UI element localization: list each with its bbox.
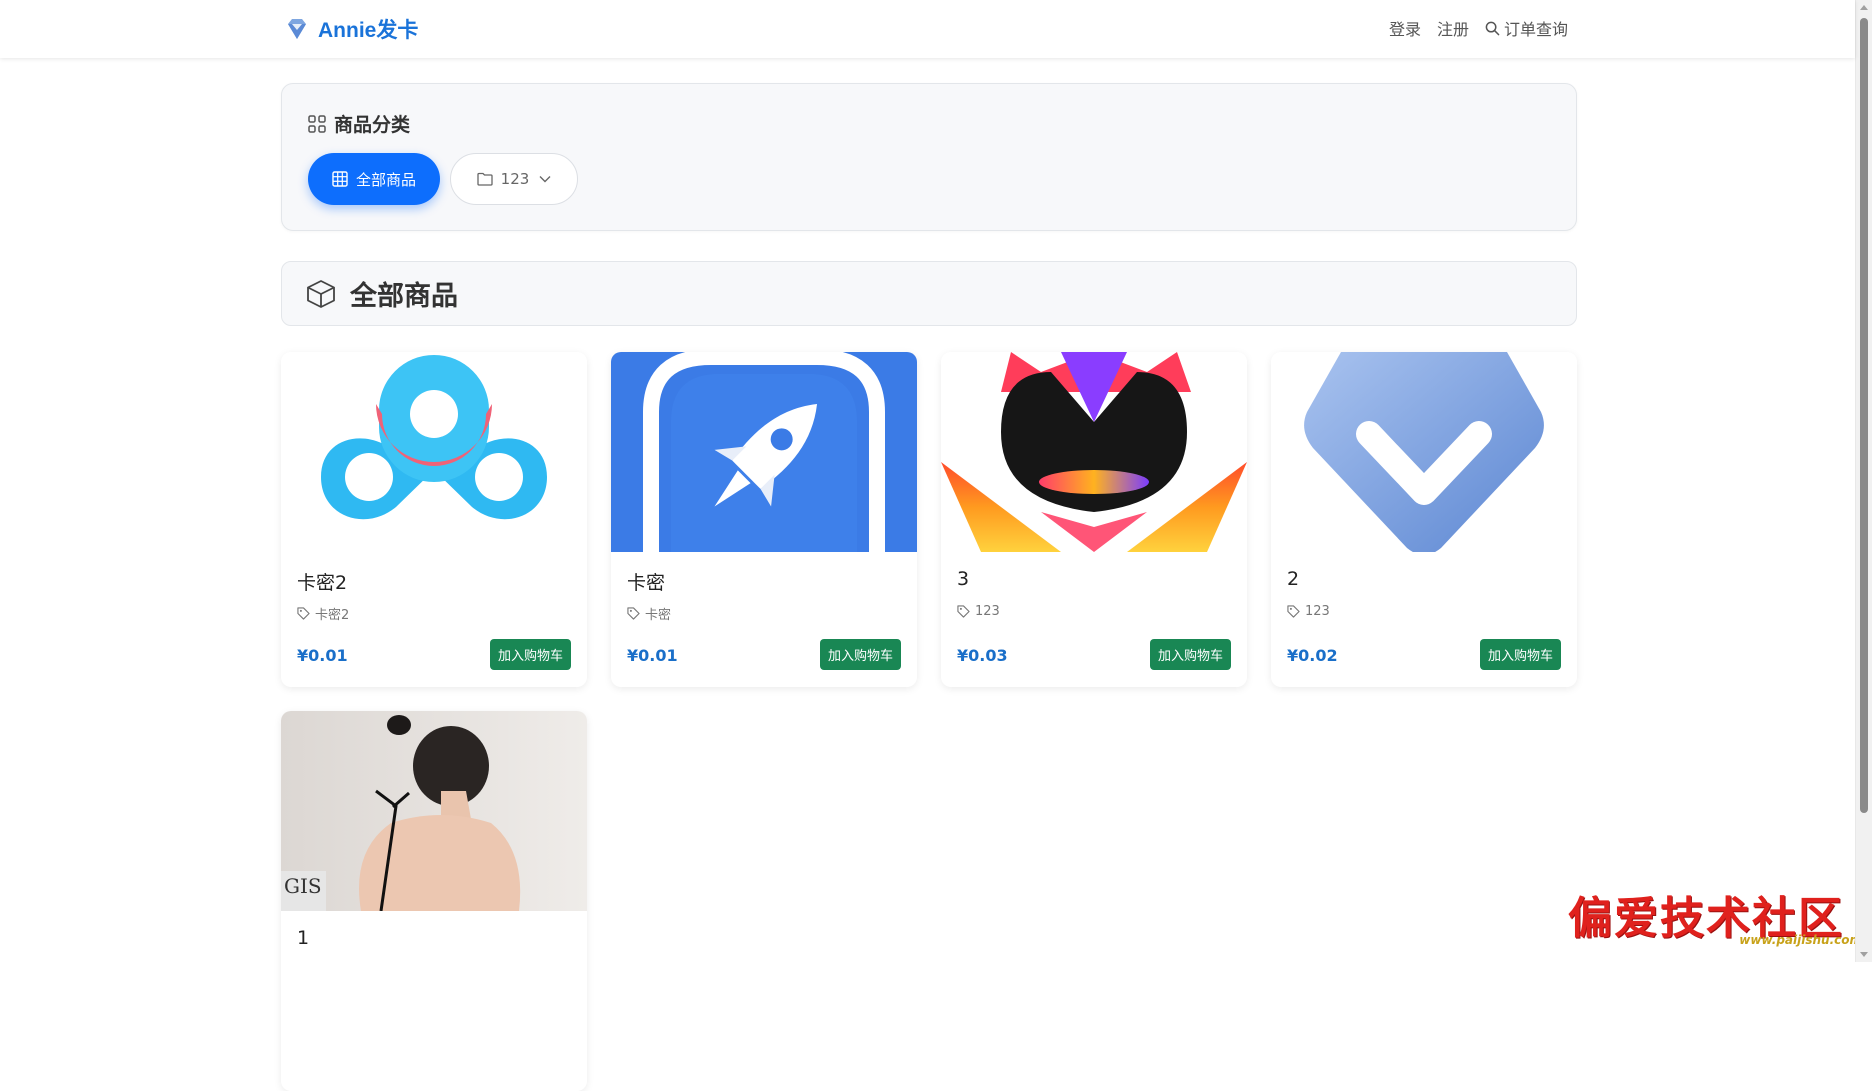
category-panel: 商品分类 全部商品 123: [281, 83, 1577, 231]
search-icon: [1485, 21, 1500, 35]
product-card[interactable]: 3 123 ¥0.03 加入购物车: [941, 352, 1247, 687]
product-price: ¥0.01: [297, 646, 348, 665]
register-link[interactable]: 注册: [1437, 16, 1469, 40]
brand-link[interactable]: Annie发卡: [284, 14, 418, 44]
folder-icon: [477, 172, 493, 186]
add-to-cart-button[interactable]: 加入购物车: [1149, 639, 1231, 670]
order-query-label: 订单查询: [1503, 20, 1568, 39]
product-image-baidu-netdisk: [281, 352, 587, 552]
product-card[interactable]: 卡密2 卡密2 ¥0.01 加入购物车: [281, 352, 587, 687]
diamond-icon: [288, 19, 306, 39]
product-name: 1: [297, 927, 310, 949]
product-name: 2: [1287, 568, 1300, 590]
svg-text:GIS: GIS: [284, 874, 322, 898]
scrollbar-thumb[interactable]: [1860, 18, 1868, 813]
add-to-cart-button[interactable]: 加入购物车: [1479, 639, 1561, 670]
login-link[interactable]: 登录: [1389, 16, 1421, 40]
product-card[interactable]: 2 123 ¥0.02 加入购物车: [1271, 352, 1577, 687]
section-header: 全部商品: [281, 261, 1577, 326]
watermark-url: www.paijishu.com: [1739, 933, 1862, 947]
product-card[interactable]: GIS 1: [281, 711, 587, 1091]
nav-links: 登录 注册 订单查询: [1373, 16, 1568, 40]
section-title: 全部商品: [350, 281, 458, 312]
scroll-up-arrow-icon[interactable]: [1860, 5, 1868, 10]
product-price: ¥0.02: [1287, 646, 1338, 665]
add-to-cart-button[interactable]: 加入购物车: [819, 639, 901, 670]
product-name: 卡密: [627, 572, 666, 594]
page-scrollbar[interactable]: [1855, 0, 1872, 962]
product-image-photo: GIS: [281, 711, 587, 911]
tag-icon: [627, 607, 640, 620]
add-to-cart-button[interactable]: 加入购物车: [489, 639, 571, 670]
product-tag-label: 卡密2: [315, 608, 350, 623]
product-card[interactable]: 卡密 卡密 ¥0.01 加入购物车: [611, 352, 917, 687]
tag-icon: [1287, 605, 1300, 618]
chevron-down-icon: [539, 176, 551, 183]
product-tag: 123: [1287, 604, 1330, 619]
product-name: 卡密2: [297, 572, 348, 594]
all-products-button[interactable]: 全部商品: [308, 153, 440, 205]
product-tag: 卡密: [627, 604, 671, 623]
category-label: 123: [500, 170, 530, 188]
tag-icon: [297, 607, 310, 620]
product-tag-label: 123: [975, 604, 1000, 619]
tag-icon: [957, 605, 970, 618]
product-tag-label: 卡密: [645, 608, 672, 623]
watermark-logo: 偏爱技术社区 www.paijishu.com: [1568, 882, 1868, 962]
product-name: 3: [957, 568, 970, 590]
product-tag: 卡密2: [297, 604, 349, 623]
box-icon: [307, 279, 335, 308]
category-title: 商品分类: [308, 110, 410, 137]
all-products-label: 全部商品: [355, 170, 416, 189]
category-dropdown-123[interactable]: 123: [450, 153, 578, 205]
grid-icon: [308, 114, 326, 133]
product-image-rocket-app: [611, 352, 917, 552]
brand-name: Annie发卡: [318, 19, 419, 42]
product-price: ¥0.03: [957, 646, 1008, 665]
category-title-text: 商品分类: [334, 114, 411, 136]
product-image-flame-mask: [941, 352, 1247, 552]
product-tag-label: 123: [1305, 604, 1330, 619]
product-image-v-badge: [1271, 352, 1577, 552]
order-query-link[interactable]: 订单查询: [1485, 16, 1568, 40]
table-icon: [332, 171, 348, 187]
top-navbar: Annie发卡 登录 注册 订单查询: [0, 0, 1855, 58]
product-price: ¥0.01: [627, 646, 678, 665]
product-tag: 123: [957, 604, 1000, 619]
scroll-down-arrow-icon[interactable]: [1860, 952, 1868, 957]
